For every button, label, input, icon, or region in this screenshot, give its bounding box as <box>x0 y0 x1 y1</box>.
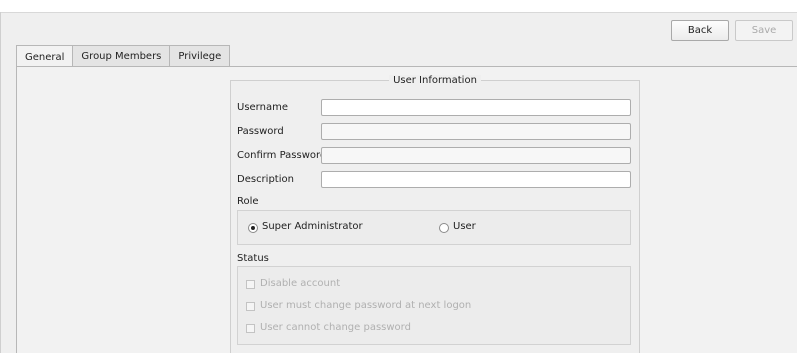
confirm-password-field[interactable] <box>321 147 631 164</box>
disable-account-checkbox[interactable] <box>246 280 255 289</box>
super-administrator-radio[interactable] <box>248 223 258 233</box>
back-button[interactable]: Back <box>671 20 729 41</box>
user-information-title: User Information <box>230 75 640 86</box>
window-left-border <box>0 12 1 353</box>
user-radio[interactable] <box>439 223 449 233</box>
description-label: Description <box>237 174 294 185</box>
tab-bar: General Group Members Privilege <box>16 45 231 68</box>
role-label: Role <box>237 196 259 207</box>
username-label: Username <box>237 102 288 113</box>
password-field[interactable] <box>321 123 631 140</box>
must-change-password-checkbox[interactable] <box>246 302 255 311</box>
tab-general[interactable]: General <box>16 45 74 68</box>
disable-account-label: Disable account <box>260 278 341 289</box>
super-administrator-label[interactable]: Super Administrator <box>262 221 363 232</box>
status-label: Status <box>237 253 269 264</box>
username-field[interactable] <box>321 99 631 116</box>
window-top-strip <box>0 0 797 13</box>
tab-privilege[interactable]: Privilege <box>169 45 231 67</box>
must-change-password-label: User must change password at next logon <box>260 300 472 311</box>
password-label: Password <box>237 126 284 137</box>
user-information-title-text: User Information <box>389 75 481 86</box>
tab-group-members[interactable]: Group Members <box>72 45 171 67</box>
save-button[interactable]: Save <box>735 20 793 41</box>
user-role-label[interactable]: User <box>453 221 476 232</box>
cannot-change-password-checkbox[interactable] <box>246 324 255 333</box>
description-field[interactable] <box>321 171 631 188</box>
cannot-change-password-label: User cannot change password <box>260 322 411 333</box>
confirm-password-label: Confirm Password <box>237 150 327 161</box>
